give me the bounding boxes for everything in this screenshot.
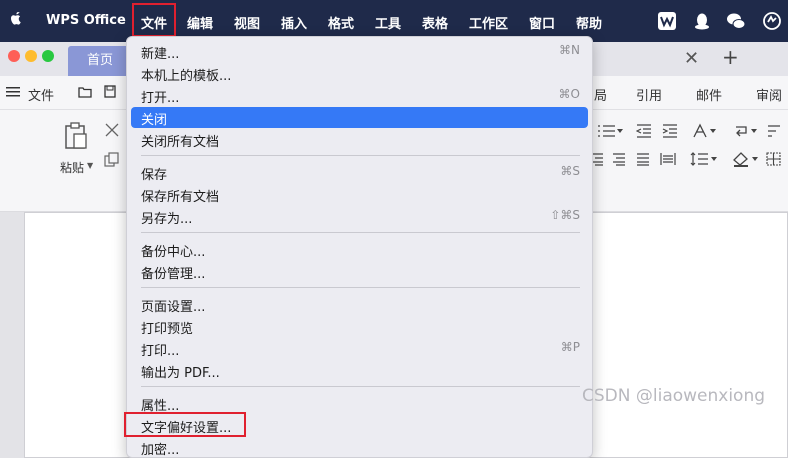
increase-indent-icon[interactable] [662,124,678,138]
tab-layout[interactable]: 局 [594,85,607,104]
line-break-icon[interactable] [734,123,760,139]
menu-item-close-all[interactable]: 关闭所有文档 [131,129,588,150]
decrease-indent-icon[interactable] [636,124,652,138]
menu-item-save-all[interactable]: 保存所有文档 [131,184,588,205]
menu-item-local-templates[interactable]: 本机上的模板... [131,63,588,84]
menu-item-print-preview[interactable]: 打印预览 [131,316,588,337]
menu-item-open[interactable]: 打开... ⌘O [131,85,588,106]
menu-workspace[interactable]: 工作区 [469,13,508,32]
shading-icon[interactable] [732,150,760,168]
menu-table[interactable]: 表格 [422,13,448,32]
menu-item-export-pdf[interactable]: 输出为 PDF... [131,360,588,381]
paste-dropdown-icon[interactable]: ▼ [87,161,93,170]
text-direction-icon[interactable] [692,123,718,139]
sort-icon[interactable] [766,123,784,139]
save-icon[interactable] [104,85,116,98]
close-tab-icon[interactable]: ✕ [684,50,699,68]
menu-item-properties[interactable]: 属性... [131,393,588,414]
align-center-icon[interactable] [612,152,626,166]
paste-label[interactable]: 粘贴 [60,159,84,176]
settings-icon[interactable] [762,11,782,31]
file-dropdown-menu: 新建... ⌘N 本机上的模板... 打开... ⌘O 关闭 关闭所有文档 保存… [126,36,593,458]
tab-mail[interactable]: 邮件 [696,85,722,104]
wps-icon[interactable] [657,11,677,31]
new-tab-icon[interactable]: + [722,47,739,67]
menu-item-close[interactable]: 关闭 [131,107,588,128]
menu-separator [141,386,580,387]
menu-item-page-setup[interactable]: 页面设置... [131,294,588,315]
app-name[interactable]: WPS Office [46,13,126,28]
tab-references[interactable]: 引用 [636,85,662,104]
tab-home[interactable]: 首页 [68,46,132,76]
window-minimize-button[interactable] [25,50,37,62]
cut-icon[interactable] [104,122,120,138]
wechat-icon[interactable] [726,11,746,31]
menu-separator [141,232,580,233]
menu-separator [141,287,580,288]
menu-item-new[interactable]: 新建... ⌘N [131,41,588,62]
menu-item-encrypt[interactable]: 加密... [131,437,588,458]
paste-icon[interactable] [64,122,88,150]
menu-item-backup-manage[interactable]: 备份管理... [131,261,588,282]
justify-icon[interactable] [636,152,650,166]
annotation-highlight-file-menu [132,3,176,37]
menu-item-save-as[interactable]: 另存为... ⇧⌘S [131,206,588,227]
copy-icon[interactable] [104,152,120,168]
menu-view[interactable]: 视图 [234,13,260,32]
qq-icon[interactable] [692,11,712,31]
watermark: CSDN @liaowenxiong [582,386,766,406]
apple-icon[interactable] [10,12,22,26]
borders-icon[interactable] [766,152,782,166]
toolbar-file-label[interactable]: 文件 [28,85,54,104]
menu-insert[interactable]: 插入 [281,13,307,32]
open-folder-icon[interactable] [78,85,92,98]
menu-separator [141,155,580,156]
menu-help[interactable]: 帮助 [576,13,602,32]
menu-item-backup-center[interactable]: 备份中心... [131,239,588,260]
hamburger-menu-icon[interactable] [6,86,20,98]
menu-item-save[interactable]: 保存 ⌘S [131,162,588,183]
annotation-highlight-preferences [124,412,246,437]
menu-item-print[interactable]: 打印... ⌘P [131,338,588,359]
menu-format[interactable]: 格式 [328,13,354,32]
tab-review[interactable]: 审阅 [756,85,782,104]
menu-window[interactable]: 窗口 [529,13,555,32]
line-spacing-icon[interactable] [690,152,718,166]
window-zoom-button[interactable] [42,50,54,62]
menu-edit[interactable]: 编辑 [187,13,213,32]
numbered-list-icon[interactable] [597,124,623,138]
distributed-align-icon[interactable] [660,152,676,166]
menu-tools[interactable]: 工具 [375,13,401,32]
window-close-button[interactable] [8,50,20,62]
